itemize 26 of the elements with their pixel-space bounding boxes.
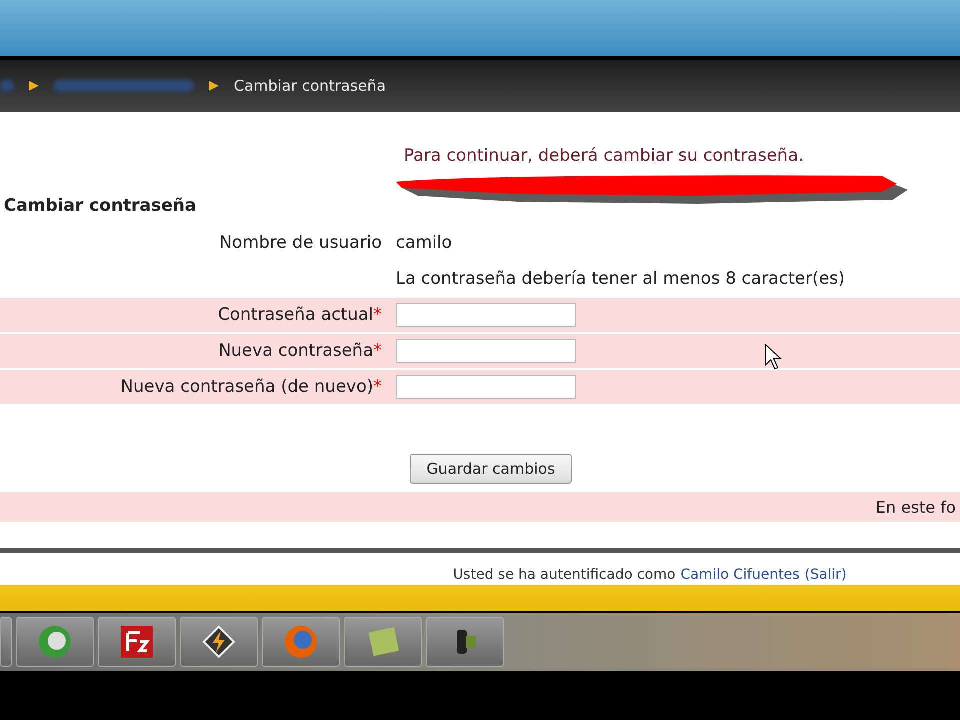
- save-button[interactable]: Guardar cambios: [410, 454, 572, 484]
- triangle-icon: [28, 80, 40, 92]
- lightning-diamond-icon: [201, 624, 237, 660]
- password-field[interactable]: [396, 303, 576, 327]
- login-text: Usted se ha autentificado como: [453, 567, 676, 583]
- username-value: camilo: [396, 233, 454, 253]
- notice-text: Para continuar, deberá cambiar su contraseña.: [403, 146, 804, 166]
- password-field[interactable]: [396, 339, 576, 363]
- triangle-icon: [208, 80, 220, 92]
- cursor-icon: [765, 344, 783, 370]
- logout-link[interactable]: (Salir): [804, 567, 847, 583]
- fz-logo-icon: [119, 624, 155, 660]
- globe-icon: [37, 624, 73, 660]
- note-text: En este fo: [876, 498, 956, 516]
- breadcrumb-current: Cambiar contraseña: [234, 77, 386, 95]
- taskbar-button[interactable]: [98, 617, 176, 667]
- form-title: Cambiar contraseña: [3, 196, 198, 216]
- field-label: Nombre de usuario: [218, 233, 383, 253]
- password-hint: La contraseña debería tener al menos 8 caracter(es): [396, 269, 846, 289]
- taskbar-button[interactable]: [180, 617, 258, 667]
- field-label: Nueva contraseña (de nuevo)*: [120, 377, 383, 397]
- user-link[interactable]: Camilo Cifuentes: [680, 567, 800, 583]
- field-label: Contraseña actual*: [217, 305, 383, 325]
- taskbar-button[interactable]: [426, 617, 504, 667]
- password-field[interactable]: [396, 375, 576, 399]
- field-label: Nueva contraseña*: [218, 341, 383, 361]
